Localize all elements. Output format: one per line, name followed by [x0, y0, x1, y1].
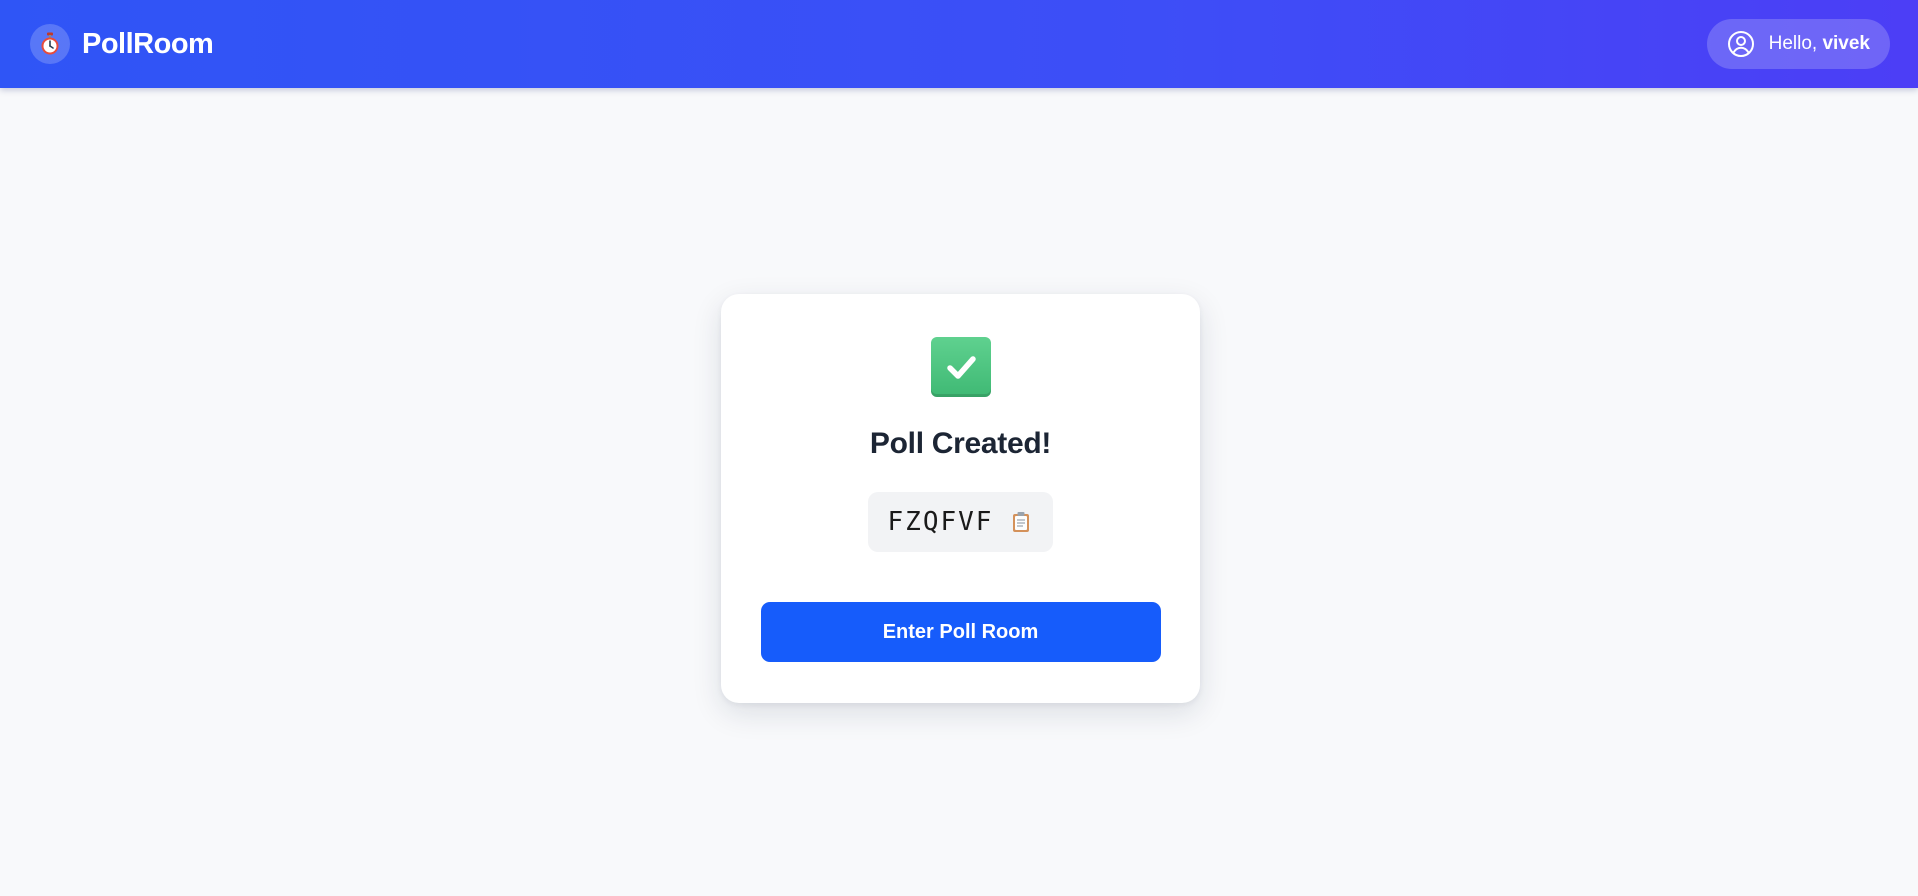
brand-name: PollRoom	[82, 27, 214, 60]
clipboard-icon[interactable]	[1011, 511, 1031, 533]
username: vivek	[1822, 33, 1870, 54]
user-greeting: Hello, vivek	[1769, 33, 1870, 55]
card-title: Poll Created!	[869, 427, 1052, 460]
user-menu-button[interactable]: Hello, vivek	[1706, 19, 1890, 69]
brand[interactable]: PollRoom	[30, 24, 214, 64]
top-navbar: PollRoom Hello, vivek	[0, 0, 1918, 88]
user-circle-icon	[1727, 30, 1755, 58]
poll-created-card: Poll Created! FZQFVF Enter Poll Room	[721, 294, 1200, 703]
stopwatch-icon	[30, 24, 70, 64]
check-mark-button-icon	[930, 337, 991, 397]
greeting-prefix: Hello,	[1768, 33, 1818, 54]
poll-code-copy-box[interactable]: FZQFVF	[867, 492, 1054, 552]
enter-poll-room-button[interactable]: Enter Poll Room	[760, 602, 1161, 662]
poll-code: FZQFVF	[887, 507, 994, 537]
